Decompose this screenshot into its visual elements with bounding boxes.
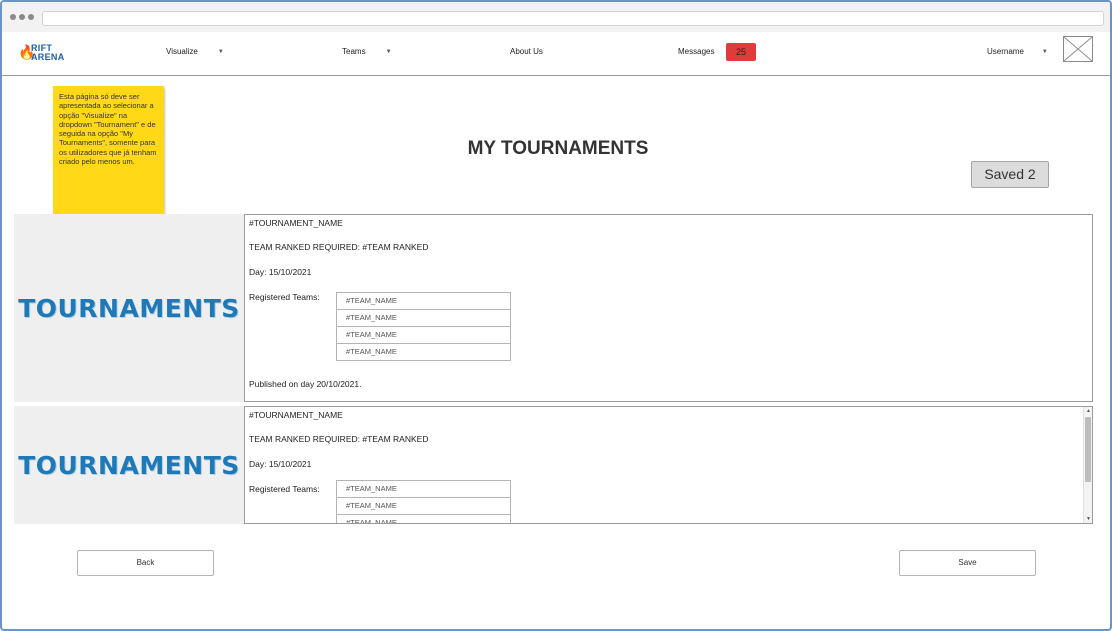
list-item[interactable]: #TEAM_NAME bbox=[337, 293, 510, 310]
tournament-day: Day: 15/10/2021 bbox=[249, 459, 312, 469]
vertical-scrollbar[interactable]: ▲ ▼ bbox=[1083, 407, 1092, 523]
window-controls bbox=[10, 14, 34, 20]
nav-visualize-dropdown[interactable]: Visualize ▼ bbox=[166, 47, 224, 56]
messages-count-badge[interactable]: 25 bbox=[726, 43, 756, 61]
window-dot-icon[interactable] bbox=[28, 14, 34, 20]
saved-button[interactable]: Saved 2 bbox=[971, 161, 1049, 188]
window-dot-icon[interactable] bbox=[10, 14, 16, 20]
list-item[interactable]: #TEAM_NAME bbox=[337, 498, 510, 515]
tournament-name: #TOURNAMENT_NAME bbox=[249, 218, 343, 228]
logo-text-bottom: ARENA bbox=[31, 52, 65, 62]
nav-messages-label: Messages bbox=[678, 47, 715, 56]
tournament-image: TOURNAMENTS bbox=[14, 214, 244, 402]
registered-teams-label: Registered Teams: bbox=[249, 484, 320, 494]
registered-teams-label: Registered Teams: bbox=[249, 292, 320, 302]
user-menu-dropdown[interactable]: Username ▼ bbox=[987, 47, 1048, 56]
nav-about-link[interactable]: About Us bbox=[510, 47, 543, 56]
tournament-details: #TOURNAMENT_NAME TEAM RANKED REQUIRED: #… bbox=[244, 406, 1093, 524]
back-button[interactable]: Back bbox=[77, 550, 214, 576]
tournament-name: #TOURNAMENT_NAME bbox=[249, 410, 343, 420]
chevron-down-icon: ▼ bbox=[217, 48, 224, 55]
username-label: Username bbox=[987, 47, 1024, 56]
window-frame: 🔥 RIFT ARENA Visualize ▼ Teams ▼ About U… bbox=[0, 0, 1112, 631]
browser-bar bbox=[2, 2, 1110, 32]
chevron-down-icon: ▼ bbox=[1041, 48, 1048, 55]
scroll-up-icon[interactable]: ▲ bbox=[1084, 407, 1092, 415]
list-item[interactable]: #TEAM_NAME bbox=[337, 310, 510, 327]
list-item[interactable]: #TEAM_NAME bbox=[337, 327, 510, 344]
tournament-details: #TOURNAMENT_NAME TEAM RANKED REQUIRED: #… bbox=[244, 214, 1093, 402]
scroll-down-icon[interactable]: ▼ bbox=[1084, 515, 1092, 523]
scrollbar-thumb[interactable] bbox=[1085, 417, 1091, 482]
save-button[interactable]: Save bbox=[899, 550, 1036, 576]
registered-teams-list: #TEAM_NAME #TEAM_NAME #TEAM_NAME #TEAM_N… bbox=[336, 292, 511, 361]
nav-visualize-label: Visualize bbox=[166, 47, 198, 56]
team-ranked-required: TEAM RANKED REQUIRED: #TEAM RANKED bbox=[249, 242, 429, 252]
window-dot-icon[interactable] bbox=[19, 14, 25, 20]
registered-teams-list: #TEAM_NAME #TEAM_NAME #TEAM_NAME bbox=[336, 480, 511, 523]
tournament-image: TOURNAMENTS bbox=[14, 406, 244, 524]
list-item[interactable]: #TEAM_NAME bbox=[337, 515, 510, 523]
rift-arena-logo[interactable]: 🔥 RIFT ARENA bbox=[18, 42, 74, 64]
published-date: Published on day 20/10/2021. bbox=[249, 379, 362, 389]
avatar[interactable] bbox=[1063, 36, 1093, 62]
tournament-day: Day: 15/10/2021 bbox=[249, 267, 312, 277]
page-title: MY TOURNAMENTS bbox=[467, 138, 649, 159]
tournament-card: TOURNAMENTS #TOURNAMENT_NAME TEAM RANKED… bbox=[14, 406, 1093, 524]
nav-messages-link[interactable]: Messages bbox=[678, 47, 714, 56]
tournament-image-text: TOURNAMENTS bbox=[18, 293, 240, 323]
sticky-note: Esta página só deve ser apresentada ao s… bbox=[53, 86, 164, 214]
team-ranked-required: TEAM RANKED REQUIRED: #TEAM RANKED bbox=[249, 434, 429, 444]
tournament-image-text: TOURNAMENTS bbox=[18, 450, 240, 480]
tournament-card: TOURNAMENTS #TOURNAMENT_NAME TEAM RANKED… bbox=[14, 214, 1093, 402]
top-navigation: 🔥 RIFT ARENA Visualize ▼ Teams ▼ About U… bbox=[2, 32, 1110, 76]
address-bar[interactable] bbox=[42, 11, 1104, 26]
list-item[interactable]: #TEAM_NAME bbox=[337, 344, 510, 361]
list-item[interactable]: #TEAM_NAME bbox=[337, 481, 510, 498]
nav-teams-label: Teams bbox=[342, 47, 366, 56]
nav-teams-dropdown[interactable]: Teams ▼ bbox=[342, 47, 392, 56]
chevron-down-icon: ▼ bbox=[385, 48, 392, 55]
nav-about-label: About Us bbox=[510, 47, 543, 56]
